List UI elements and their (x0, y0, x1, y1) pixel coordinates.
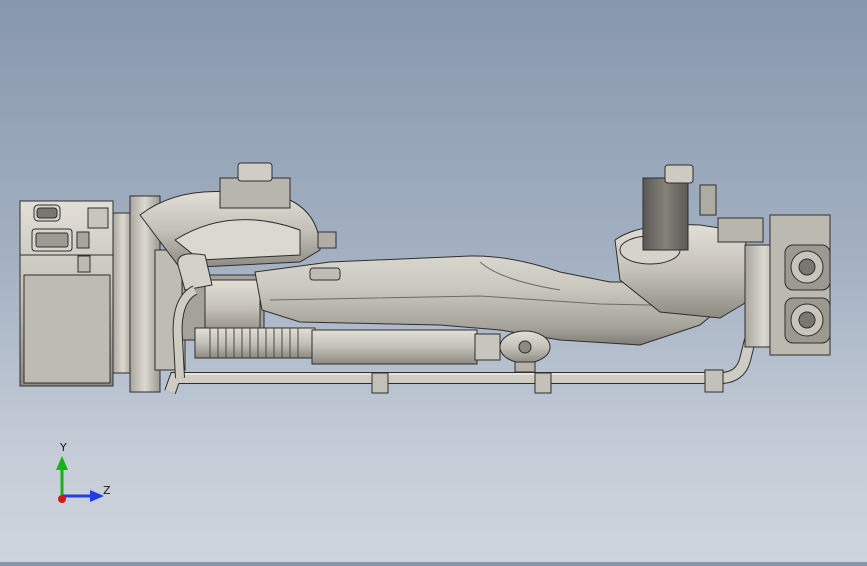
balancer-cylinder[interactable] (194, 327, 551, 373)
axis-triad: Y Z (56, 441, 111, 503)
z-axis-head (90, 490, 104, 502)
cad-viewport[interactable]: Y Z (0, 0, 867, 562)
z-axis-label: Z (103, 484, 111, 497)
x-axis-dot (58, 495, 66, 503)
robot-arm-model[interactable] (0, 0, 867, 562)
y-axis-head (56, 456, 68, 470)
y-axis-label: Y (59, 441, 67, 454)
base-control-box[interactable] (19, 200, 134, 387)
